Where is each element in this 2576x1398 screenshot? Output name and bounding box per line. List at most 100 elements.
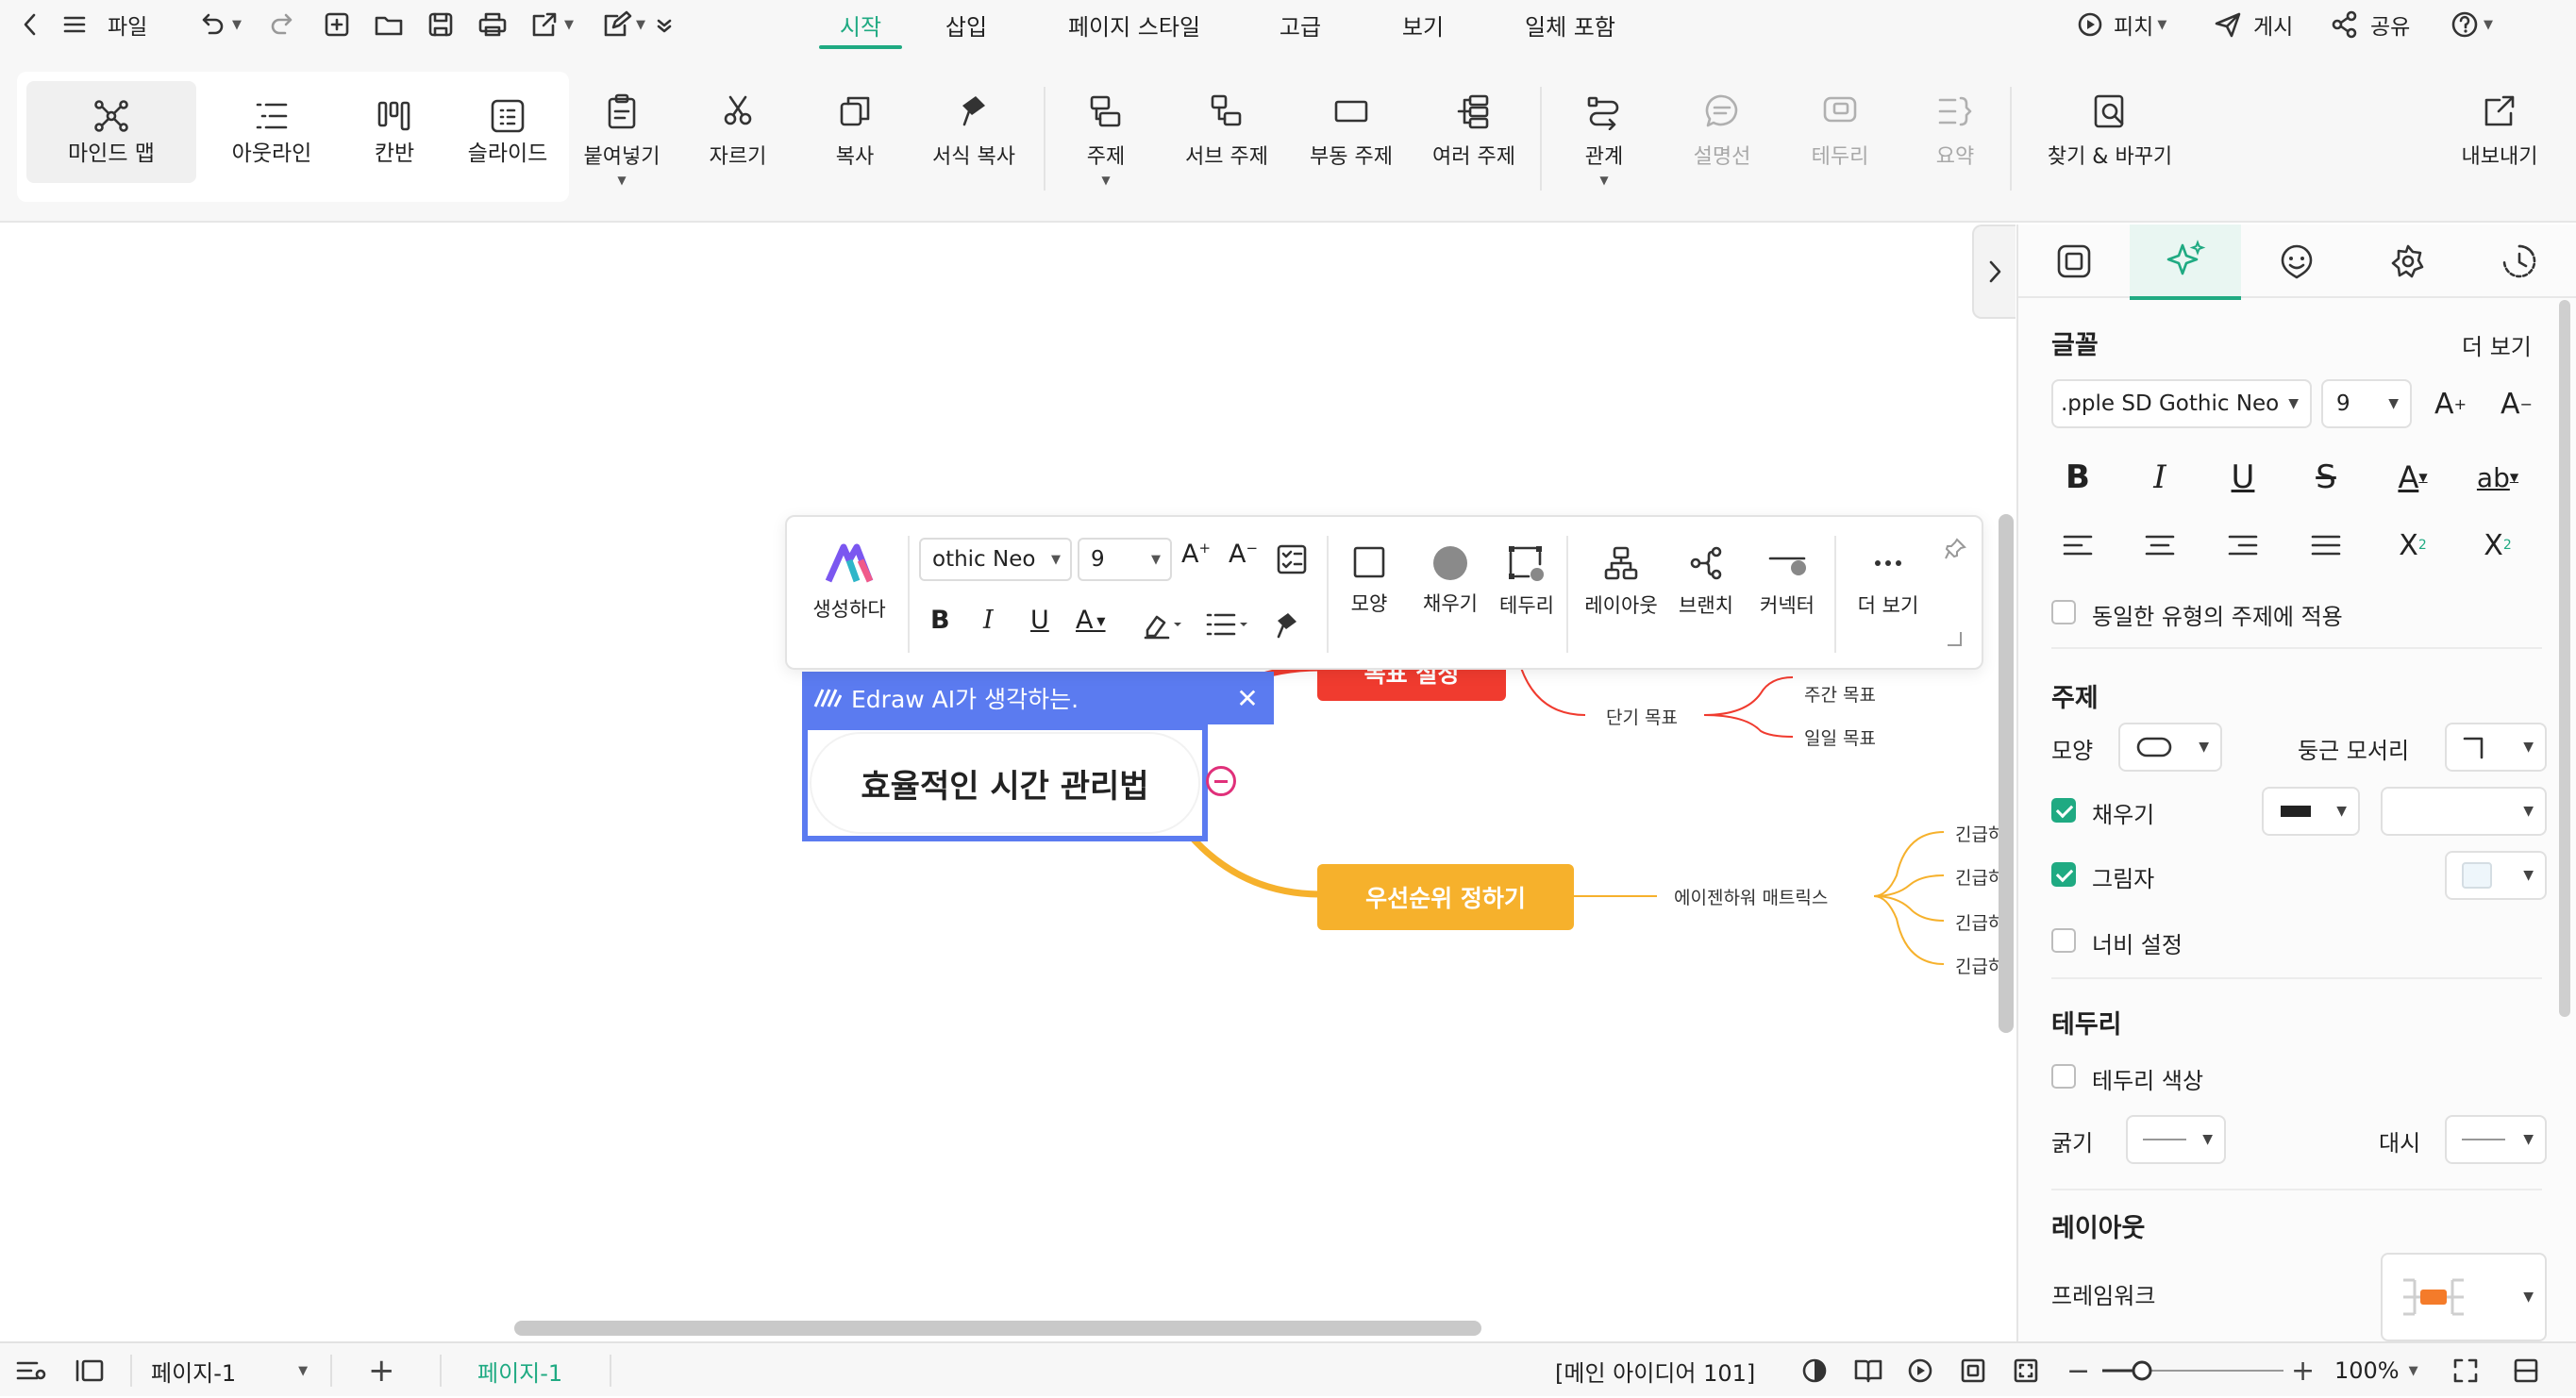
book-view-icon[interactable] [1853,1343,1883,1398]
floating-topic-button[interactable]: 부동 주제 [1302,92,1400,170]
checklist-icon[interactable] [1276,543,1308,575]
branch-button[interactable]: 브랜치 [1668,545,1744,619]
relationship-button[interactable]: 관계 ▼ [1566,92,1642,187]
font-more-link[interactable]: 더 보기 [2462,328,2532,361]
export-button[interactable]: 내보내기 [2448,92,2551,170]
vertical-scrollbar[interactable] [1999,514,2014,1033]
tab-style[interactable] [2130,225,2241,300]
align-center-icon[interactable] [2133,519,2186,572]
fit-width-icon[interactable] [2012,1343,2040,1398]
multiple-topics-button[interactable]: 여러 주제 [1425,92,1523,170]
dash-select[interactable]: ▼ [2445,1115,2547,1164]
tab-insert[interactable]: 삽입 [940,0,993,49]
shape-select[interactable]: ▼ [2118,723,2222,772]
subtopic-urgent[interactable]: 긴급하 [1955,909,2004,935]
fill-button[interactable]: 채우기 [1413,545,1487,617]
open-folder-icon[interactable] [374,0,404,49]
redo-icon[interactable] [270,0,298,49]
bold-icon[interactable]: B [2051,451,2104,504]
zoom-out-icon[interactable]: − [2066,1343,2090,1398]
zoom-in-icon[interactable]: + [2291,1343,2315,1398]
subtopic-daily[interactable]: 일일 목표 [1804,724,1876,750]
zoom-slider[interactable] [2099,1343,2287,1398]
bold-icon[interactable]: B [930,606,950,635]
kanban-view-button[interactable]: 칸반 [338,81,451,183]
italic-icon[interactable]: I [2133,451,2186,504]
superscript-icon[interactable]: X2 [2386,519,2439,572]
panel-collapse-button[interactable] [1972,225,2016,319]
page-select[interactable]: 페이지-1 ▼ [151,1343,308,1398]
tab-start[interactable]: 시작 [817,0,904,49]
pin-icon[interactable] [1944,538,1966,560]
more-button[interactable]: 더 보기 [1846,545,1931,619]
page-panel-icon[interactable] [74,1343,106,1398]
outline-toggle-icon[interactable] [15,1343,47,1398]
tab-page-properties[interactable] [2018,225,2130,298]
underline-icon[interactable]: U [2216,451,2269,504]
border-button[interactable]: 테두리 [1487,545,1566,619]
format-painter-button[interactable]: 서식 복사 [927,92,1021,170]
theme-mode-icon[interactable] [1800,1343,1829,1398]
font-size-select[interactable]: 9 ▼ [1078,538,1172,581]
cut-button[interactable]: 자르기 [698,92,778,170]
decrease-font-size-icon[interactable]: A − [2490,377,2543,430]
menu-icon[interactable] [62,0,87,49]
italic-icon[interactable]: I [983,606,994,635]
tab-history[interactable] [2464,225,2575,298]
paste-button[interactable]: 붙여넣기 ▼ [577,92,666,187]
increase-font-size-icon[interactable]: A + [2424,377,2477,430]
font-family-select[interactable]: othic Neo ▼ [919,538,1072,581]
ai-generate-button[interactable]: 생성하다 [802,543,896,623]
framework-select[interactable]: ▼ [2381,1253,2547,1341]
fullscreen-icon[interactable] [2451,1343,2480,1398]
layout-button[interactable]: 레이아웃 [1578,545,1664,619]
subtopic-urgent[interactable]: 긴급하 [1955,864,2004,890]
play-icon[interactable] [1906,1343,1934,1398]
copy-button[interactable]: 복사 [817,92,893,170]
panel-font-family-select[interactable]: .pple SD Gothic Neo ▼ [2051,379,2312,428]
increase-font-icon[interactable]: A+ [1181,540,1211,569]
mindmap-view-button[interactable]: 마인드 맵 [26,81,196,183]
horizontal-scrollbar[interactable] [514,1321,1481,1336]
strikethrough-icon[interactable]: S [2300,451,2352,504]
panel-font-size-select[interactable]: 9 ▼ [2321,379,2412,428]
export-file-icon[interactable]: ▼ [530,0,574,49]
connector-button[interactable]: 커넥터 [1748,545,1827,619]
underline-icon[interactable]: U [1030,606,1049,635]
topic-priority[interactable]: 우선순위 정하기 [1317,864,1574,930]
tab-theme[interactable] [2352,225,2464,298]
close-icon[interactable]: ✕ [1230,681,1264,715]
align-right-icon[interactable] [2216,519,2269,572]
callout-button[interactable]: 설명선 [1683,92,1761,170]
help-icon[interactable]: ▼ [2450,0,2493,49]
topic-button[interactable]: 주제 ▼ [1072,92,1140,187]
shape-button[interactable]: 모양 [1338,545,1400,617]
new-icon[interactable] [323,0,351,49]
subscript-icon[interactable]: X2 [2471,519,2524,572]
fill-type-select[interactable]: ▼ [2262,787,2360,836]
corner-select[interactable]: ▼ [2445,723,2547,772]
highlight-icon[interactable] [1142,609,1185,640]
boundary-button[interactable]: 테두리 [1802,92,1878,170]
outline-view-button[interactable]: 아웃라인 [206,81,338,183]
back-icon[interactable] [19,0,42,49]
font-color-icon[interactable]: A ▼ [1076,606,1106,635]
save-icon[interactable] [427,0,455,49]
decrease-font-icon[interactable]: A− [1229,540,1258,569]
publish-button[interactable]: 게시 [2214,0,2293,49]
text-highlight-icon[interactable]: ab ▼ [2471,451,2524,504]
zoom-select[interactable]: 100% ▼ [2334,1343,2418,1398]
fill-color-select[interactable]: ▼ [2381,787,2547,836]
fill-checkbox[interactable] [2051,798,2076,823]
subtopic-eisenhower[interactable]: 에이젠하워 매트릭스 [1674,884,1828,909]
file-menu[interactable]: 파일 [108,0,147,49]
split-view-icon[interactable] [2512,1343,2540,1398]
pitch-button[interactable]: 피치 ▼ [2076,0,2166,49]
justify-icon[interactable] [2300,519,2352,572]
central-topic[interactable]: 효율적인 시간 관리법 [810,732,1200,834]
summary-button[interactable]: 요약 [1917,92,1993,170]
collapse-branch-icon[interactable] [1206,766,1236,796]
subtopic-weekly[interactable]: 주간 목표 [1804,681,1876,707]
share-button[interactable]: 공유 [2331,0,2410,49]
apply-same-checkbox[interactable] [2051,600,2076,624]
